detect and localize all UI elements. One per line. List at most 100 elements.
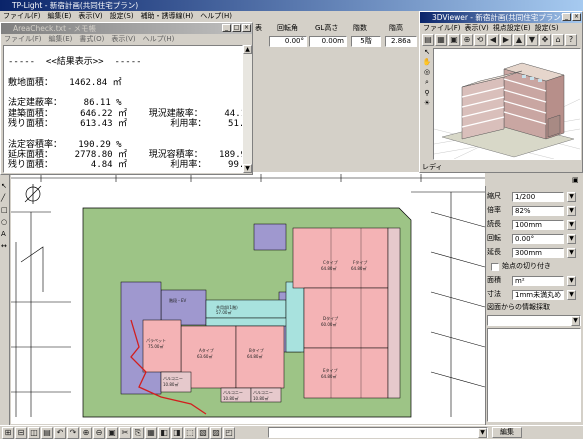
viewer-print-icon[interactable]: ▣ — [448, 34, 460, 46]
viewer-minimize-button[interactable]: _ — [562, 13, 571, 21]
viewer-pan-icon[interactable]: ✋ — [423, 58, 432, 66]
viewer-menu-view[interactable]: 表示(V) — [465, 23, 489, 33]
bottom-tool-11-icon[interactable]: ⎘ — [132, 427, 144, 439]
prop-dim-dropdown-icon[interactable]: ▼ — [567, 289, 576, 300]
prop-length-field[interactable]: 100mm — [512, 219, 564, 230]
notepad-text-area[interactable]: ----- <<結果表示>> ----- 敷地面積： 1462.84 ㎡ 法定建… — [3, 45, 243, 173]
tool-select-icon[interactable]: ↖ — [1, 182, 8, 190]
prop-length-dropdown-icon[interactable]: ▼ — [567, 219, 576, 230]
viewer-move-icon[interactable]: ✥ — [539, 34, 551, 46]
command-dropdown-icon[interactable]: ▼ — [478, 428, 487, 438]
prop-info-row: 図面からの情報採取 — [487, 302, 550, 313]
menu-file[interactable]: ファイル(F) — [3, 11, 41, 21]
tool-line-icon[interactable]: ╱ — [1, 194, 8, 202]
notepad-title-bar[interactable]: AreaCheck.txt - メモ帳 _ □ × — [1, 23, 252, 34]
bottom-tool-5-icon[interactable]: ↶ — [54, 427, 66, 439]
viewer-up-icon[interactable]: ▲ — [513, 34, 525, 46]
param-rotation-field[interactable]: 0.00° — [269, 36, 307, 47]
prop-zoom-dropdown-icon[interactable]: ▼ — [567, 205, 576, 216]
viewer-right-icon[interactable]: ▶ — [500, 34, 512, 46]
prop-dim-field[interactable]: 1mm未満丸め — [512, 289, 564, 300]
notepad-menu-file[interactable]: ファイル(F) — [4, 34, 42, 44]
bottom-tool-6-icon[interactable]: ↷ — [67, 427, 79, 439]
viewer-home-icon[interactable]: ⌂ — [552, 34, 564, 46]
viewer-zoom-icon[interactable]: ⊕ — [461, 34, 473, 46]
tool-dim-icon[interactable]: ↔ — [1, 242, 8, 250]
notepad-menu-edit[interactable]: 編集(E) — [49, 34, 73, 44]
prop-info-list[interactable] — [487, 328, 581, 422]
viewer-orbit-icon[interactable]: ◎ — [424, 68, 430, 76]
bottom-tool-18-icon[interactable]: ◰ — [223, 427, 235, 439]
menu-view[interactable]: 表示(V) — [78, 11, 102, 21]
notepad-menu-format[interactable]: 書式(O) — [79, 34, 104, 44]
label-unit-f-area: 64.80㎡ — [351, 265, 366, 271]
viewer-down-icon[interactable]: ▼ — [526, 34, 538, 46]
viewer-zoom-tool-icon[interactable]: ⌕ — [425, 78, 429, 87]
bottom-toolbar: ⊞ ⊟ ◫ ▤ ↶ ↷ ⊕ ⊖ ▣ ✂ ⎘ ▦ ◧ ◨ ⬚ ▧ ▨ ◰ ▼ 編集 — [0, 425, 583, 439]
menu-guides[interactable]: 補助・誘導線(H) — [141, 11, 194, 21]
bottom-tool-17-icon[interactable]: ▨ — [210, 427, 222, 439]
viewer-close-button[interactable]: × — [572, 13, 581, 21]
notepad-menu-help[interactable]: ヘルプ(H) — [143, 34, 175, 44]
viewer-menu-viewpoint[interactable]: 視点設定(E) — [493, 23, 531, 33]
notepad-minimize-button[interactable]: _ — [222, 24, 231, 32]
bottom-tool-2-icon[interactable]: ⊟ — [15, 427, 27, 439]
viewer-help-icon[interactable]: ? — [565, 34, 577, 46]
tool-text-icon[interactable]: A — [1, 230, 8, 238]
viewer-pointer-icon[interactable]: ↖ — [424, 48, 430, 56]
viewer-open-icon[interactable]: ▤ — [422, 34, 434, 46]
edit-button[interactable]: 編集 — [492, 427, 522, 438]
prop-scale-field[interactable]: 1/200 — [512, 191, 564, 202]
panel-collapse-icon[interactable]: ▣ — [572, 176, 579, 184]
prop-scale-dropdown-icon[interactable]: ▼ — [567, 191, 576, 202]
bottom-tool-8-icon[interactable]: ⊖ — [93, 427, 105, 439]
param-gl-field[interactable]: 0.00m — [309, 36, 347, 47]
bottom-tool-12-icon[interactable]: ▦ — [145, 427, 157, 439]
tool-circle-icon[interactable]: ○ — [1, 218, 8, 226]
viewer-save-icon[interactable]: ▦ — [435, 34, 447, 46]
right-dimensions — [411, 191, 485, 417]
bottom-tool-4-icon[interactable]: ▤ — [41, 427, 53, 439]
bottom-command-field[interactable]: ▼ — [268, 427, 488, 438]
notepad-menu-view[interactable]: 表示(V) — [111, 34, 135, 44]
prop-extend-field[interactable]: 300mm — [512, 247, 564, 258]
viewer-title-bar[interactable]: 3DViewer - 新宿計画(共同住宅プラン) _ × — [420, 12, 582, 23]
viewer-menu-file[interactable]: ファイル(F) — [423, 23, 461, 33]
tool-rect-icon[interactable]: □ — [1, 206, 8, 214]
bottom-tool-16-icon[interactable]: ▧ — [197, 427, 209, 439]
prop-area-dropdown-icon[interactable]: ▼ — [567, 275, 576, 286]
bottom-tool-9-icon[interactable]: ▣ — [106, 427, 118, 439]
viewer-rotate-icon[interactable]: ⟲ — [474, 34, 486, 46]
menu-edit[interactable]: 編集(E) — [48, 11, 72, 21]
param-floors-field[interactable]: 5階 — [351, 36, 381, 47]
main-title-bar[interactable]: TP-Light - 新宿計画(共同住宅プラン) — [0, 0, 583, 11]
menu-settings[interactable]: 設定(S) — [110, 11, 134, 21]
bottom-tool-15-icon[interactable]: ⬚ — [184, 427, 196, 439]
bottom-tool-13-icon[interactable]: ◧ — [158, 427, 170, 439]
prop-area-field[interactable]: m² — [512, 275, 564, 286]
bottom-tool-1-icon[interactable]: ⊞ — [2, 427, 14, 439]
start-point-checkbox[interactable] — [491, 262, 499, 271]
bottom-tool-14-icon[interactable]: ◨ — [171, 427, 183, 439]
viewer-walk-icon[interactable]: ⚲ — [424, 89, 429, 97]
viewer-light-icon[interactable]: ☀ — [424, 99, 430, 107]
bottom-tool-3-icon[interactable]: ◫ — [28, 427, 40, 439]
prop-rotation-field[interactable]: 0.00° — [512, 233, 564, 244]
notepad-menubar: ファイル(F) 編集(E) 書式(O) 表示(V) ヘルプ(H) — [1, 34, 252, 44]
cad-canvas[interactable]: 階段・EV 共用部(1階) 57.00㎡ Aタイプ 63.60㎡ Bタイプ 64… — [11, 172, 485, 424]
notepad-scrollbar[interactable]: ▲ ▼ — [243, 45, 252, 173]
menu-help[interactable]: ヘルプ(H) — [200, 11, 232, 21]
prop-rotation-dropdown-icon[interactable]: ▼ — [567, 233, 576, 244]
prop-zoom-field[interactable]: 82% — [512, 205, 564, 216]
prop-info-dropdown-icon[interactable]: ▼ — [571, 316, 580, 326]
bottom-tool-10-icon[interactable]: ✂ — [119, 427, 131, 439]
notepad-close-button[interactable]: × — [242, 24, 251, 32]
param-floorheight-field[interactable]: 2.86a — [385, 36, 417, 47]
viewer-menu-settings[interactable]: 設定(S) — [535, 23, 559, 33]
viewer-3d-canvas[interactable] — [433, 48, 581, 160]
prop-extend-dropdown-icon[interactable]: ▼ — [567, 247, 576, 258]
notepad-maximize-button[interactable]: □ — [232, 24, 241, 32]
prop-info-dropdown[interactable]: ▼ — [487, 315, 581, 326]
bottom-tool-7-icon[interactable]: ⊕ — [80, 427, 92, 439]
viewer-left-icon[interactable]: ◀ — [487, 34, 499, 46]
